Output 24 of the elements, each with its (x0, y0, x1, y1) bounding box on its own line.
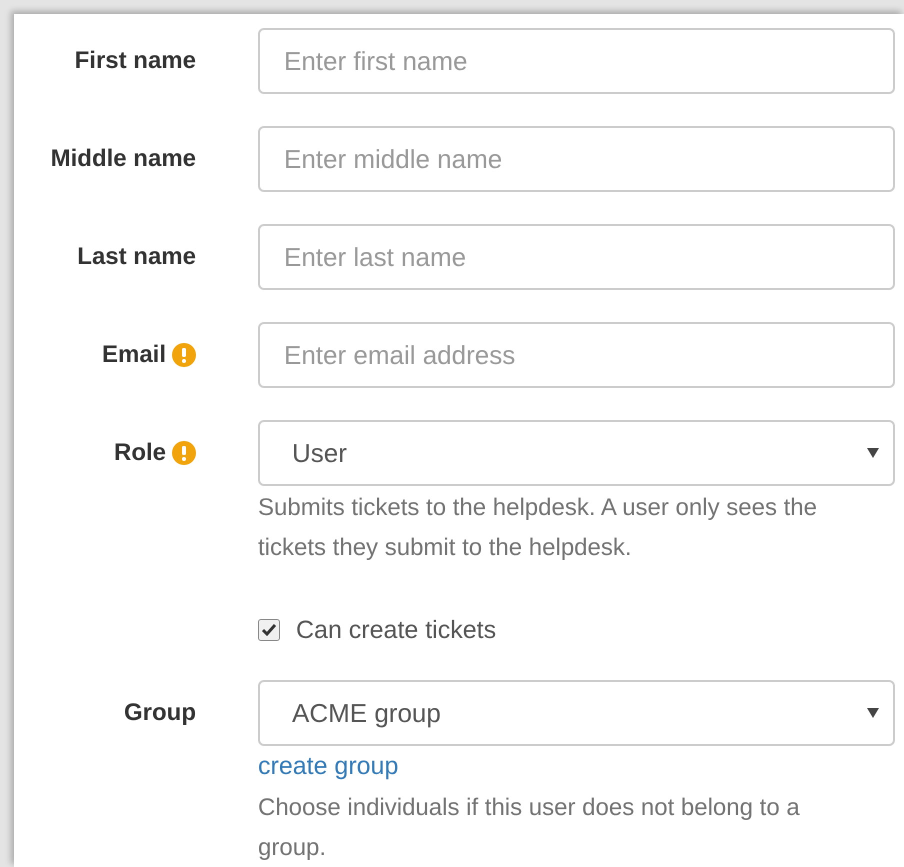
help-text: Submits tickets to the helpdesk. A user only sees the tickets they submit to the helpdesk. (258, 493, 818, 563)
select-value: User (292, 438, 347, 468)
select-field[interactable]: ACME group (258, 680, 895, 746)
warning-icon (172, 343, 196, 367)
checkbox-label: Can create tickets (296, 616, 496, 644)
text-field[interactable]: Enter email address (258, 322, 895, 388)
field-label: First name (74, 47, 196, 75)
text-field[interactable]: Enter last name (258, 224, 895, 290)
check-icon (262, 624, 276, 636)
warning-icon (172, 441, 196, 465)
text-field[interactable]: Enter first name (258, 28, 895, 94)
select-value: ACME group (292, 698, 441, 728)
field-label: Middle name (50, 145, 196, 173)
text-field[interactable]: Enter middle name (258, 126, 895, 192)
caret-icon (867, 448, 879, 458)
caret-icon (867, 708, 879, 718)
checkbox[interactable] (258, 619, 280, 641)
create-link[interactable]: create group (258, 746, 398, 786)
field-label: Role (114, 439, 166, 467)
select-field[interactable]: User (258, 420, 895, 486)
field-label: Group (124, 699, 196, 727)
field-label: Last name (77, 243, 196, 271)
help-text: Choose individuals if this user does not belong to a group. (258, 793, 801, 863)
field-label: Email (102, 341, 166, 369)
